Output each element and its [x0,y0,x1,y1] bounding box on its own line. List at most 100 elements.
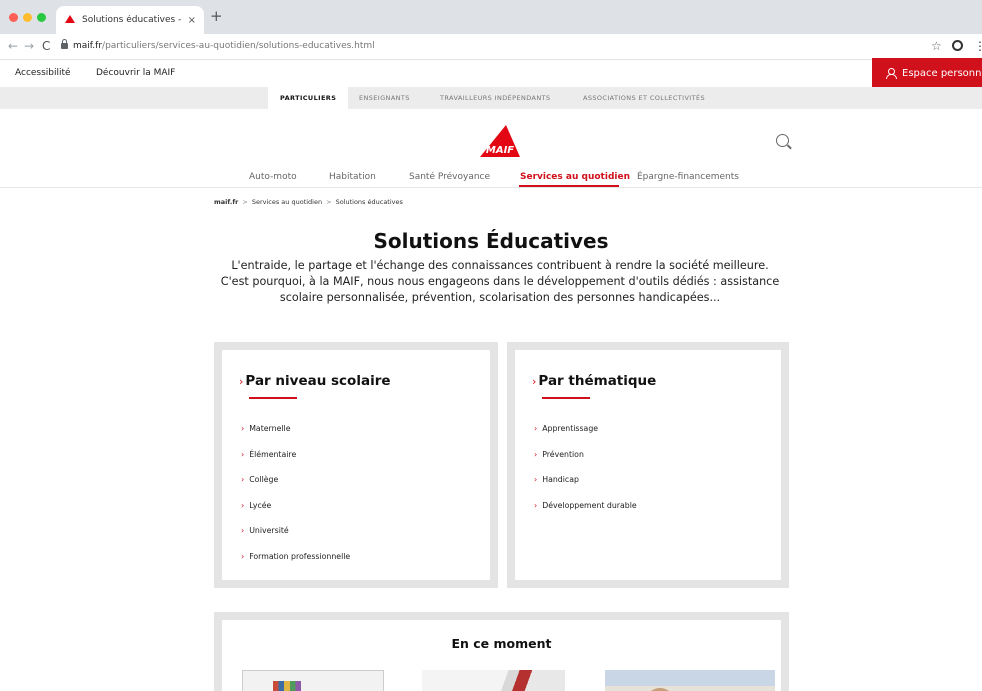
en-ce-moment-title: En ce moment [451,636,552,651]
window-minimize-dot[interactable] [23,13,32,22]
url-domain: maif.fr [73,41,103,51]
forward-arrow-icon[interactable]: → [24,39,34,53]
breadcrumb-current: Solutions éducatives [335,198,403,206]
reload-icon[interactable]: C [42,39,50,53]
espace-personnel-label: Espace personnel [902,67,982,79]
card-title-underline [542,397,590,399]
utility-bar: Accessibilité Découvrir la MAIF [0,60,982,87]
nav-epargne-financements[interactable]: Épargne-financements [637,172,739,182]
list-item-label: Élémentaire [249,449,297,459]
breadcrumb-home[interactable]: maif.fr [214,198,238,206]
chevron-right-icon: › [534,475,538,485]
list-item-label: Handicap [542,475,579,485]
chevron-right-icon: › [534,500,538,510]
chevron-right-icon: › [241,500,245,510]
chevron-right-icon: › [532,375,537,388]
list-item-universite[interactable]: › Université [241,526,350,552]
search-icon[interactable] [776,134,789,147]
list-item-developpement-durable[interactable]: › Développement durable [534,501,637,527]
article-thumbnail-classroom[interactable] [422,670,565,691]
window-maximize-dot[interactable] [37,13,46,22]
en-ce-moment-inner: En ce moment [222,620,781,691]
chevron-right-icon: › [241,424,245,433]
maif-logo[interactable]: MAIF [476,121,524,159]
niveau-list: › Maternelle › Élémentaire › Collège › Lycée… [241,424,350,578]
chevron-right-icon: › [241,551,245,561]
breadcrumb: maif.fr > Services au quotidien > Solutions … [214,198,403,206]
list-item-label: Maternelle [249,424,291,433]
chevron-right-icon: › [534,449,538,459]
logo-text: MAIF [486,145,514,156]
list-item-label: Université [249,526,289,536]
list-item-label: Collège [249,475,279,485]
new-tab-icon[interactable]: + [210,9,223,24]
list-item-label: Développement durable [542,500,637,510]
breadcrumb-services[interactable]: Services au quotidien [252,198,322,206]
card-niveau-inner: › Par niveau scolaire › Maternelle › Élémen… [222,350,490,580]
books-image [273,681,301,691]
segment-associations[interactable]: ASSOCIATIONS ET COLLECTIVITÉS [583,87,705,109]
url-path: /particuliers/services-au-quotidien/solu… [102,41,375,51]
breadcrumb-separator: > [242,198,248,206]
nav-sante-prevoyance[interactable]: Santé Prévoyance [409,172,490,182]
main-navigation: Auto-moto Habitation Santé Prévoyance Se… [0,170,982,188]
segment-enseignants[interactable]: ENSEIGNANTS [359,87,410,109]
address-bar: ← → C maif.fr/particuliers/services-au-q… [0,34,982,60]
list-item-label: Prévention [542,449,584,459]
chevron-right-icon: › [534,424,538,433]
chevron-right-icon: › [241,475,245,485]
card-thematique-title-text: Par thématique [538,373,657,389]
card-niveau-title-text: Par niveau scolaire [245,373,391,389]
profile-icon[interactable] [952,40,963,51]
maif-favicon-icon [64,15,76,25]
segment-particuliers[interactable]: PARTICULIERS [268,87,349,109]
thematique-list: › Apprentissage › Prévention › Handicap › Dé… [534,424,637,526]
card-title-underline [249,397,297,399]
active-nav-underline [519,185,619,187]
tab-close-icon[interactable]: × [188,15,196,26]
en-ce-moment-section: En ce moment [214,612,789,691]
tab-title: Solutions éducatives - MAIF [82,15,182,25]
segment-travailleurs-independants[interactable]: TRAVAILLEURS INDÉPENDANTS [440,87,551,109]
page-title: Solutions Éducatives [373,229,609,253]
accessibility-link[interactable]: Accessibilité [15,68,71,78]
browser-tab[interactable]: Solutions éducatives - MAIF × [56,6,204,34]
breadcrumb-separator: > [326,198,332,206]
list-item-label: Apprentissage [542,424,599,433]
browser-tab-bar: Solutions éducatives - MAIF × + [0,0,982,34]
list-item-prevention[interactable]: › Prévention [534,450,637,476]
card-niveau-title: › Par niveau scolaire [239,373,391,389]
user-icon [886,68,897,79]
window-close-dot[interactable] [9,13,18,22]
article-thumbnail-people[interactable] [605,670,775,691]
kebab-menu-icon[interactable]: ⋮ [974,39,982,53]
url-field[interactable]: maif.fr/particuliers/services-au-quotidi… [73,41,375,51]
list-item-handicap[interactable]: › Handicap [534,475,637,501]
card-thematique: › Par thématique › Apprentissage › Préventi… [507,342,789,588]
list-item-label: Formation professionnelle [249,551,351,561]
list-item-elementaire[interactable]: › Élémentaire [241,450,350,476]
chevron-right-icon: › [241,526,245,536]
card-niveau-scolaire: › Par niveau scolaire › Maternelle › Élémen… [214,342,498,588]
bookmark-star-icon[interactable]: ☆ [931,39,942,53]
segment-bar: PARTICULIERS ENSEIGNANTS TRAVAILLEURS IN… [0,87,982,109]
list-item-label: Lycée [249,500,272,510]
lock-icon [61,39,68,49]
chevron-right-icon: › [239,375,244,388]
espace-personnel-button[interactable]: Espace personnel [872,58,982,88]
list-item-apprentissage[interactable]: › Apprentissage [534,424,637,450]
list-item-lycee[interactable]: › Lycée [241,501,350,527]
chevron-right-icon: › [241,449,245,459]
list-item-college[interactable]: › Collège [241,475,350,501]
discover-maif-link[interactable]: Découvrir la MAIF [96,68,175,78]
nav-habitation[interactable]: Habitation [329,172,376,182]
nav-services-au-quotidien[interactable]: Services au quotidien [520,172,630,182]
list-item-maternelle[interactable]: › Maternelle [241,424,350,450]
list-item-formation-professionnelle[interactable]: › Formation professionnelle [241,552,350,578]
card-thematique-inner: › Par thématique › Apprentissage › Préventi… [515,350,781,580]
intro-paragraph: L'entraide, le partage et l'échange des … [220,259,780,304]
back-arrow-icon[interactable]: ← [8,39,18,53]
article-thumbnail-books[interactable] [242,670,384,691]
card-thematique-title: › Par thématique [532,373,656,389]
nav-auto-moto[interactable]: Auto-moto [249,172,297,182]
